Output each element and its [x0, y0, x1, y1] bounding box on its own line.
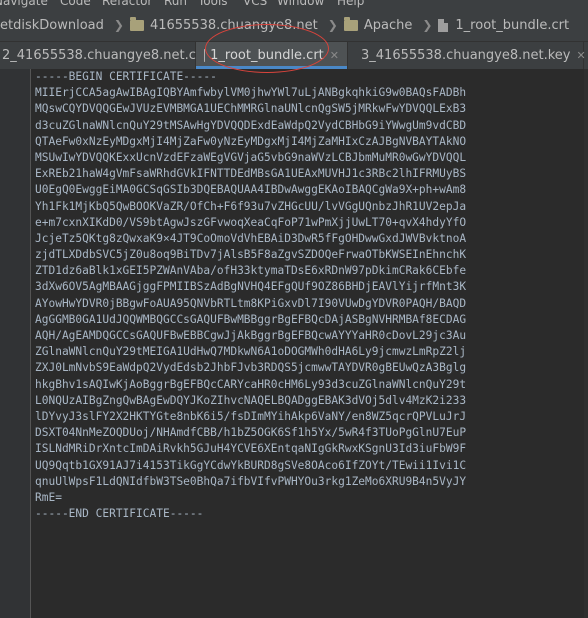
- editor-tabs: 2_41655538.chuangye8.net.crt ✕ 1_root_bu…: [0, 42, 588, 70]
- breadcrumb-item-download[interactable]: etdiskDownload: [0, 18, 108, 33]
- code-line: -----BEGIN CERTIFICATE-----: [35, 70, 217, 83]
- code-line: ISLNdMRiDrXntcImDAiRvkh5GJuH4YCVE6XEntqa…: [35, 442, 467, 456]
- breadcrumb-label: 41655538.chuangye8.net: [149, 17, 318, 33]
- code-line: zjdTLXDdbSVC5jZ0u8oq9BiTDv7jAlsB5F8aZgvS…: [35, 248, 467, 262]
- code-line: Yh1Fk1MjKbQ5QwBOOKVaZR/OfCh+F6f93u7vZHGc…: [35, 199, 467, 213]
- tab-domain-crt[interactable]: 2_41655538.chuangye8.net.crt ✕: [0, 42, 222, 69]
- code-line: ExREb21haW4gVmFsaWRhdGVkIFNTTDEdMBsGA1UE…: [35, 167, 467, 181]
- code-line: d3cuZGlnaWNlcnQuY29tMSAwHgYDVQQDExdEaWdp…: [35, 118, 467, 132]
- breadcrumb-item-apache[interactable]: Apache: [343, 16, 417, 33]
- menu-navigate[interactable]: Navigate: [0, 0, 48, 8]
- line-gutter: [0, 69, 31, 618]
- chevron-right-icon: ❯: [422, 18, 433, 32]
- close-icon[interactable]: ✕: [576, 49, 585, 62]
- breadcrumb-item-file[interactable]: 1_root_bundle.crt: [438, 18, 573, 33]
- tab-domain-key[interactable]: 3_41655538.chuangye8.net.key ✕: [348, 42, 586, 69]
- code-line: L0NQUzAIBgZngQwBAgEwDQYJKoZIhvcNAQELBQAD…: [35, 393, 467, 407]
- code-line: AgGGMB0GA1UdJQQWMBQGCCsGAQUFBwMBBggrBgEF…: [35, 312, 467, 326]
- code-line: U0EgQ0EwggEiMA0GCSqGSIb3DQEBAQUAA4IBDwAw…: [35, 183, 467, 197]
- code-line: MQswCQYDVQQGEwJVUzEVMBMGA1UEChMMRGlnaUNl…: [35, 102, 467, 116]
- code-line: MSUwIwYDVQQKExxUcnVzdEFzaWEgVGVjaG5vbG9n…: [35, 150, 467, 164]
- code-line: -----END CERTIFICATE-----: [35, 507, 204, 521]
- breadcrumb-label: Apache: [363, 17, 413, 33]
- certificate-icon: [204, 49, 206, 62]
- breadcrumb-label: 1_root_bundle.crt: [455, 17, 570, 33]
- tab-root-bundle[interactable]: 1_root_bundle.crt ✕: [196, 42, 348, 69]
- code-line: 3dXw6OV5AgMBAAGjggFPMIIBSzAdBgNVHQ4EFgQU…: [35, 280, 467, 294]
- tab-label: 1_root_bundle.crt: [210, 48, 324, 63]
- code-line: ZXJ0LmNvbS9EaWdpQ2VydEdsb2JhbFJvb3RDQS5j…: [35, 361, 467, 375]
- menu-bar: Navigate Code Refactor Run Tools VCS Win…: [0, 0, 588, 9]
- menu-window[interactable]: Window: [277, 0, 324, 8]
- breadcrumb-label: etdiskDownload: [0, 17, 104, 33]
- menu-code[interactable]: Code: [60, 0, 91, 8]
- code-line: ZGlnaWNlcnQuY29tMEIGA1UdHwQ7MDkwN6A1oDOG…: [35, 345, 467, 359]
- menu-tools[interactable]: Tools: [198, 0, 228, 8]
- code-line: AQH/AgEAMDQGCCsGAQUFBwEBBCgwJjAkBggrBgEF…: [35, 329, 467, 342]
- code-line: DSXT04NnMeZOQDUoj/NHAmdfCBB/h1bZ5OGK6Sf1…: [35, 426, 467, 440]
- close-icon[interactable]: ✕: [330, 49, 339, 62]
- folder-icon: [343, 16, 358, 31]
- code-line: QTAeFw0xNzEyMDgxMjI4MjZaFw0yNzEyMDgxMjI4…: [35, 134, 467, 148]
- code-line: lDYvyJ3slFY2X2HKTYGte8nbK6i5/fsDImMYihAk…: [35, 409, 467, 423]
- folder-icon: [129, 16, 144, 31]
- code-line: AYowHwYDVR0jBBgwFoAUA95QNVbRTLtm8KPiGxvD…: [35, 296, 467, 310]
- breadcrumb: etdiskDownload ❯ 41655538.chuangye8.net …: [0, 9, 588, 42]
- certificate-text[interactable]: -----BEGIN CERTIFICATE----- MIIErjCCA5agA…: [35, 69, 580, 522]
- code-line: JcjeTz5QKtg8zQwxaK9×4JT9CoOmoVdVhEBAiD3D…: [35, 231, 467, 245]
- vertical-scrollbar[interactable]: [584, 69, 588, 618]
- code-line: e+m7cxnXIKdD0/VS9btAgwJszGFvwoqXeaCqFoP7…: [35, 215, 467, 229]
- chevron-right-icon: ❯: [113, 18, 124, 32]
- menu-run[interactable]: Run: [164, 0, 187, 8]
- tab-label: 2_41655538.chuangye8.net.crt: [2, 48, 207, 63]
- code-editor[interactable]: -----BEGIN CERTIFICATE----- MIIErjCCA5agA…: [0, 69, 588, 618]
- code-line: MIIErjCCA5agAwIBAgIQBYAmfwbylVM0jhwYWl7u…: [35, 86, 467, 100]
- code-line: RmE=: [35, 490, 62, 504]
- menu-help[interactable]: Help: [337, 0, 364, 8]
- code-line: ZTD1dz6aBlk1xGEI5PZWAnVAba/ofH33ktymaTDs…: [35, 264, 467, 278]
- tab-label: 3_41655538.chuangye8.net.key: [361, 48, 571, 63]
- menu-vcs[interactable]: VCS: [243, 0, 267, 8]
- code-line: hkgBhv1sAQIwKjAoBggrBgEFBQcCARYcaHR0cHM6…: [35, 377, 467, 391]
- code-line: UQ9Qqtb1GX91AJ7i4153TikGgYCdwYkBURD8gSVe…: [35, 458, 467, 472]
- file-icon: [438, 18, 449, 32]
- menu-refactor[interactable]: Refactor: [102, 0, 152, 8]
- code-line: qnuUlWpsF1LdQNIdfbW3TSe0BhQa7ifbVIfvPWHY…: [35, 474, 467, 488]
- chevron-right-icon: ❯: [327, 18, 338, 32]
- breadcrumb-item-domain[interactable]: 41655538.chuangye8.net: [129, 16, 322, 33]
